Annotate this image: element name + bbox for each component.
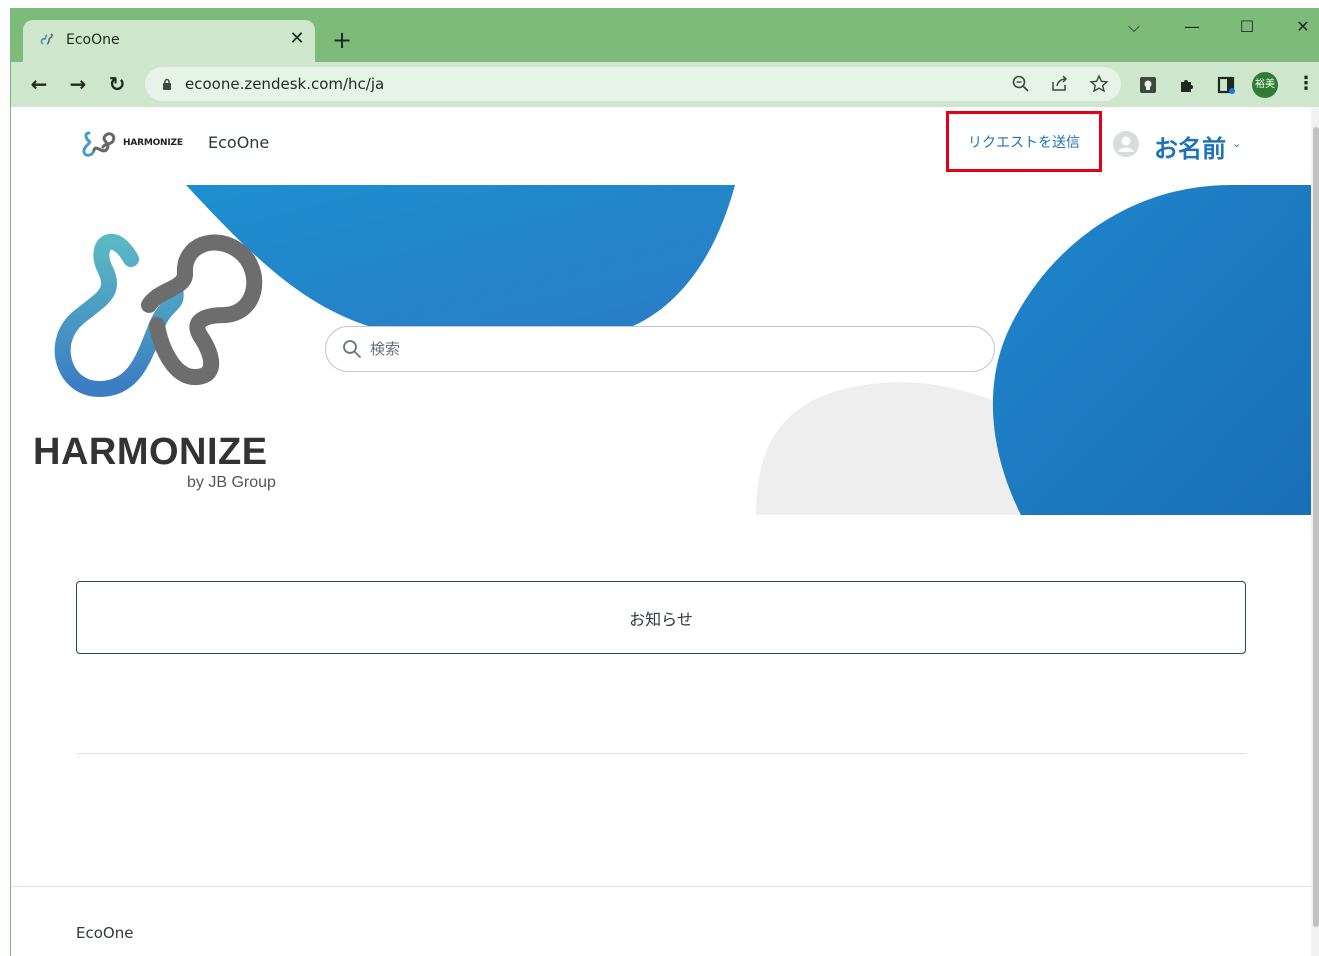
browser-menu-icon[interactable]: ⋮ — [1297, 72, 1315, 98]
extension-icon[interactable] — [1138, 75, 1158, 95]
address-bar[interactable]: ecoone.zendesk.com/hc/ja — [145, 67, 1121, 101]
reload-button[interactable]: ↻ — [103, 70, 131, 98]
minimize-button[interactable]: — — [1177, 16, 1207, 38]
side-panel-icon[interactable] — [1216, 75, 1236, 95]
logo-text[interactable]: HARMONIZE — [123, 138, 183, 148]
site-name[interactable]: EcoOne — [208, 133, 269, 152]
tab-search-chevron-icon[interactable]: ⌵ — [1119, 16, 1149, 38]
profile-avatar[interactable]: 裕美 — [1252, 72, 1278, 98]
forward-button[interactable]: → — [64, 70, 92, 98]
brand-subtitle: by JB Group — [187, 474, 276, 491]
tab-strip: EcoOne ✕ + ⌵ — ☐ ✕ — [11, 8, 1319, 62]
maximize-button[interactable]: ☐ — [1232, 16, 1262, 38]
zoom-icon[interactable] — [1010, 73, 1032, 95]
search-input[interactable] — [370, 327, 970, 371]
harmonize-favicon-icon — [40, 33, 53, 45]
site-footer: EcoOne — [11, 886, 1311, 956]
page-viewport: HARMONIZE EcoOne リクエストを送信 お名前 ⌄ HARMONIZ… — [11, 107, 1311, 956]
user-avatar-icon[interactable] — [1113, 131, 1139, 157]
tab-close-icon[interactable]: ✕ — [285, 27, 309, 51]
page-scrollbar[interactable] — [1311, 107, 1319, 956]
brand-name: HARMONIZE — [33, 431, 268, 473]
bookmark-star-icon[interactable] — [1088, 73, 1110, 95]
puzzle-icon[interactable] — [1177, 75, 1197, 95]
share-icon[interactable] — [1049, 73, 1071, 95]
harmonize-logo-icon[interactable] — [81, 129, 117, 159]
search-icon — [343, 340, 361, 358]
submit-request-link[interactable]: リクエストを送信 — [946, 111, 1102, 172]
tab-ecoone[interactable]: EcoOne ✕ — [23, 20, 315, 62]
tab-title: EcoOne — [66, 32, 120, 48]
scrollbar-thumb[interactable] — [1313, 127, 1319, 927]
browser-window: EcoOne ✕ + ⌵ — ☐ ✕ ← → ↻ ecoone.zendesk.… — [10, 8, 1319, 956]
close-window-button[interactable]: ✕ — [1288, 16, 1318, 38]
chevron-down-icon[interactable]: ⌄ — [1232, 137, 1241, 150]
hero-banner: HARMONIZE by JB Group — [11, 185, 1311, 515]
section-divider — [76, 753, 1246, 754]
browser-toolbar: ← → ↻ ecoone.zendesk.com/hc/ja 裕美 ⋮ — [11, 62, 1319, 107]
new-tab-button[interactable]: + — [329, 27, 355, 53]
footer-site-name[interactable]: EcoOne — [76, 924, 133, 942]
harmonize-large-logo-icon — [54, 233, 263, 398]
lock-icon[interactable] — [162, 78, 172, 90]
category-label[interactable]: お知らせ — [629, 606, 693, 630]
url-text[interactable]: ecoone.zendesk.com/hc/ja — [185, 75, 384, 93]
user-name[interactable]: お名前 — [1154, 129, 1226, 164]
submit-request-label[interactable]: リクエストを送信 — [968, 132, 1080, 152]
back-button[interactable]: ← — [25, 70, 53, 98]
category-announcements[interactable]: お知らせ — [76, 581, 1246, 654]
search-box[interactable] — [325, 326, 995, 372]
